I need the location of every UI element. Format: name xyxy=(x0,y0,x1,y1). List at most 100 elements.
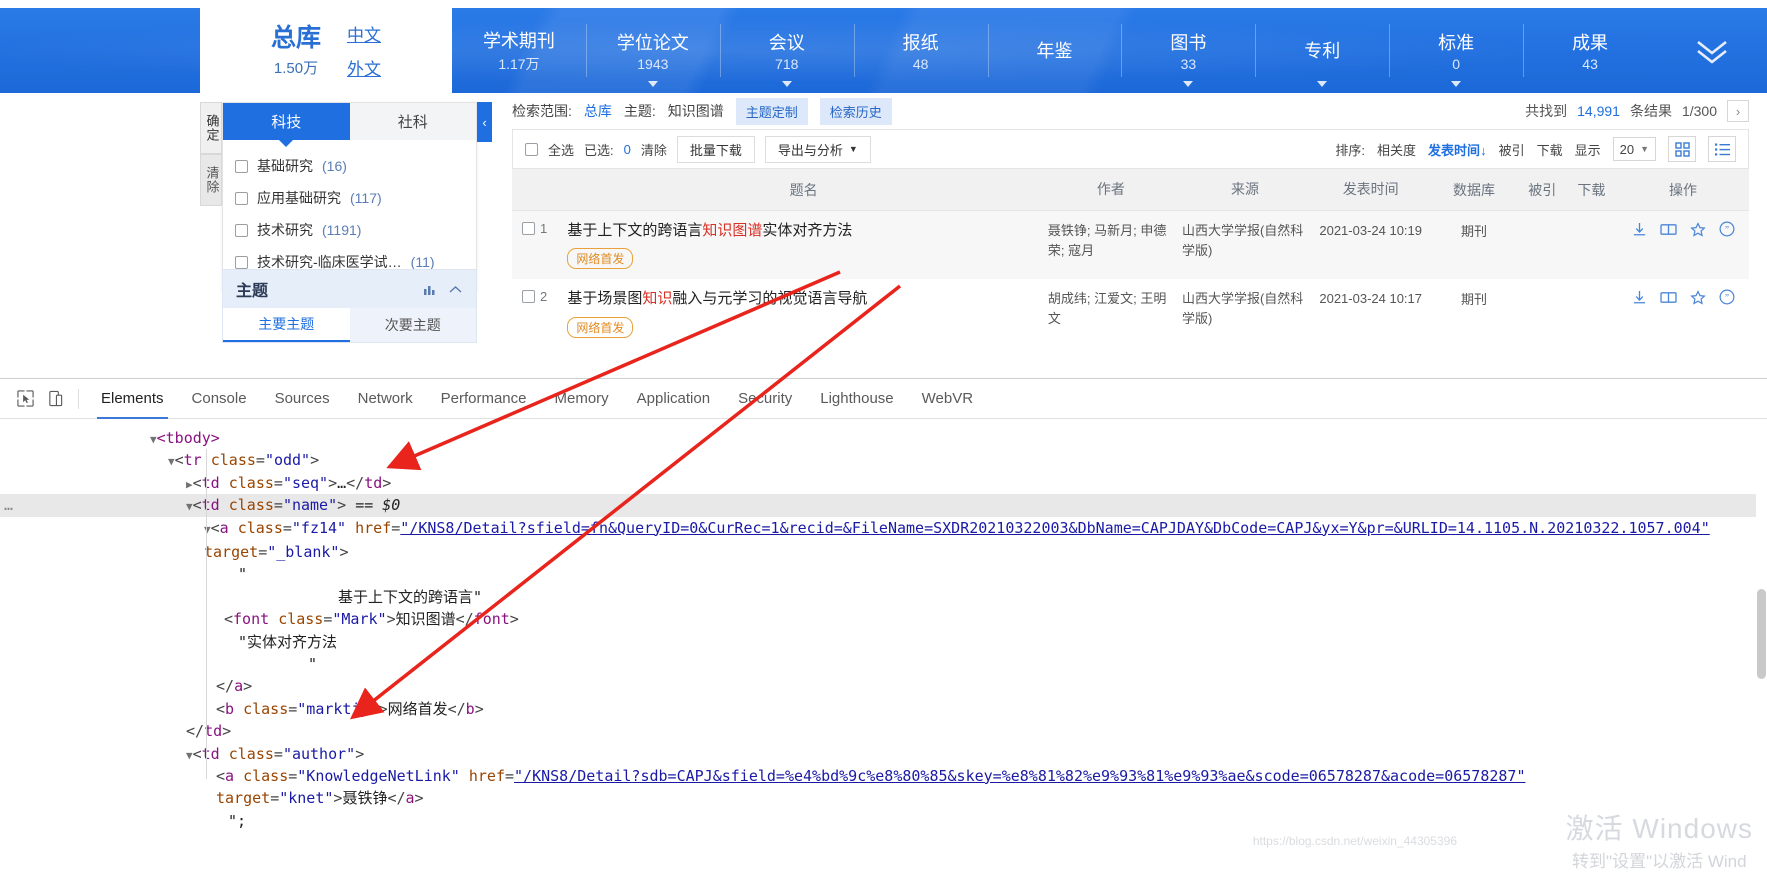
chevron-up-icon[interactable] xyxy=(448,283,463,296)
select-all-label[interactable]: 全选 xyxy=(548,140,574,159)
row-source-cell[interactable]: 山西大学学报(自然科学版) xyxy=(1177,210,1313,280)
col-date[interactable]: 发表时间 xyxy=(1312,169,1430,211)
table-row[interactable]: 1 基于上下文的跨语言知识图谱实体对齐方法 网络首发 聂铁铮; 马新月; 申德荣… xyxy=(512,210,1749,280)
dom-line-td-close[interactable]: </td> xyxy=(0,720,1767,742)
bar-chart-icon[interactable] xyxy=(423,283,438,296)
nav-tab-yearbook[interactable]: 年鉴 xyxy=(987,8,1122,93)
category-tab-social[interactable]: 社科 xyxy=(349,103,476,140)
star-favorite-icon[interactable] xyxy=(1689,221,1706,237)
filter-item-basic-research[interactable]: 基础研究 (16) xyxy=(235,150,464,182)
devtools-scrollbar[interactable] xyxy=(1756,459,1767,876)
download-icon[interactable] xyxy=(1632,222,1647,237)
dom-gutter-ellipsis[interactable]: … xyxy=(4,494,15,516)
tab-webvr[interactable]: WebVR xyxy=(908,379,987,419)
book-read-icon[interactable] xyxy=(1659,222,1677,237)
filter-item-technology-research[interactable]: 技术研究 (1191) xyxy=(235,214,464,246)
dom-line-anchor2-open[interactable]: <a class="KnowledgeNetLink" href="/KNS8/… xyxy=(0,765,1767,787)
topic-tab-primary[interactable]: 主要主题 xyxy=(223,308,350,342)
nav-expand-button[interactable] xyxy=(1657,8,1767,93)
table-row[interactable]: 2 基于场景图知识融入与元学习的视觉语言导航 网络首发 胡成纬; 江爱文; 王明… xyxy=(512,279,1749,347)
checkbox-icon[interactable] xyxy=(235,159,248,173)
quote-icon[interactable]: ” xyxy=(1719,289,1735,305)
tab-lighthouse[interactable]: Lighthouse xyxy=(806,379,907,419)
tab-elements[interactable]: Elements xyxy=(87,379,178,419)
next-page-button[interactable]: › xyxy=(1727,100,1749,122)
grid-view-button[interactable] xyxy=(1668,136,1696,162)
lang-link-chinese[interactable]: 中文 xyxy=(347,21,381,46)
search-history-button[interactable]: 检索历史 xyxy=(819,97,892,125)
sort-cited[interactable]: 被引 xyxy=(1499,140,1525,159)
device-toolbar-button[interactable] xyxy=(40,385,70,413)
dom-href-value-part2[interactable]: 0322.1057.004" xyxy=(1583,519,1709,537)
sort-downloads[interactable]: 下载 xyxy=(1537,140,1563,159)
collapse-triangle-icon[interactable]: ▶ xyxy=(186,478,193,491)
nav-tab-book[interactable]: 图书 33 xyxy=(1121,8,1255,93)
category-tab-sci[interactable]: 科技 xyxy=(223,103,350,140)
export-analyze-button[interactable]: 导出与分析 ▼ xyxy=(764,135,871,163)
nav-tab-achievement[interactable]: 成果 43 xyxy=(1523,8,1657,93)
sidebar-collapse-button[interactable]: ‹ xyxy=(477,102,492,142)
book-read-icon[interactable] xyxy=(1659,290,1677,305)
col-title[interactable]: 题名 xyxy=(563,169,1044,211)
sort-relevance[interactable]: 相关度 xyxy=(1377,140,1416,159)
nav-tab-standard[interactable]: 标准 0 xyxy=(1389,8,1523,93)
nav-tab-newspaper[interactable]: 报纸 48 xyxy=(853,8,988,93)
filter-clear-button[interactable]: 清除 xyxy=(200,154,222,206)
dom-line-font[interactable]: <font class="Mark">知识图谱</font> xyxy=(0,608,1767,630)
nav-tab-journal[interactable]: 学术期刊 1.17万 xyxy=(452,8,586,93)
expand-triangle-icon[interactable]: ▼ xyxy=(150,433,157,446)
col-author[interactable]: 作者 xyxy=(1043,169,1178,211)
batch-download-button[interactable]: 批量下载 xyxy=(676,135,755,163)
row-source-cell[interactable]: 山西大学学报(自然科学版) xyxy=(1178,279,1312,347)
tab-application[interactable]: Application xyxy=(623,379,724,419)
dom-line-tr[interactable]: ▼<tr class="odd"> xyxy=(0,449,1767,471)
select-all-checkbox[interactable] xyxy=(525,142,538,156)
lang-link-foreign[interactable]: 外文 xyxy=(347,55,381,80)
tab-security[interactable]: Security xyxy=(724,379,806,419)
total-library-card[interactable]: 总库 1.50万 中文 外文 xyxy=(200,8,452,93)
row-title-link[interactable]: 基于上下文的跨语言知识图谱实体对齐方法 xyxy=(567,221,1039,241)
filter-item-applied-basic-research[interactable]: 应用基础研究 (117) xyxy=(235,182,464,214)
col-source[interactable]: 来源 xyxy=(1177,169,1313,211)
dom-line-anchor-open[interactable]: ▼<a class="fz14" href="/KNS8/Detail?sfie… xyxy=(0,517,1767,564)
download-icon[interactable] xyxy=(1632,290,1647,305)
dom-line-anchor2-tail[interactable]: target="knet">聂铁铮</a> xyxy=(0,787,1767,809)
row-checkbox[interactable] xyxy=(522,290,535,304)
checkbox-icon[interactable] xyxy=(235,255,248,269)
tab-performance[interactable]: Performance xyxy=(427,379,541,419)
clear-selection-button[interactable]: 清除 xyxy=(641,140,667,159)
nav-tab-thesis[interactable]: 学位论文 1943 xyxy=(585,8,720,93)
devtools-scrollbar-thumb[interactable] xyxy=(1757,589,1766,679)
row-title-link[interactable]: 基于场景图知识融入与元学习的视觉语言导航 xyxy=(567,289,1039,309)
expand-triangle-icon[interactable]: ▼ xyxy=(186,749,193,762)
nav-tab-patent[interactable]: 专利 xyxy=(1255,8,1389,93)
inspect-element-button[interactable] xyxy=(10,385,40,413)
row-author-cell[interactable]: 胡成纬; 江爱文; 王明文 xyxy=(1044,279,1178,347)
col-downloads[interactable]: 下载 xyxy=(1565,169,1618,211)
quote-icon[interactable]: ” xyxy=(1719,221,1735,237)
expand-triangle-icon[interactable]: ▼ xyxy=(168,455,175,468)
tab-console[interactable]: Console xyxy=(178,379,261,419)
tab-memory[interactable]: Memory xyxy=(541,379,623,419)
nav-tab-conference[interactable]: 会议 718 xyxy=(719,8,854,93)
dom-href-value-part1[interactable]: "/KNS8/Detail?sfield=fn&QueryID=0&CurRec… xyxy=(400,519,1583,537)
expand-triangle-icon[interactable]: ▼ xyxy=(186,500,193,513)
tab-network[interactable]: Network xyxy=(344,379,427,419)
dom-line-td-name-selected[interactable]: … ▼<td class="name"> == $0 xyxy=(0,494,1767,517)
col-database[interactable]: 数据库 xyxy=(1429,169,1519,211)
page-size-select[interactable]: 20 ▼ xyxy=(1612,137,1656,161)
col-cited[interactable]: 被引 xyxy=(1518,169,1566,211)
filter-confirm-button[interactable]: 确定 xyxy=(200,102,222,154)
sort-publish-date[interactable]: 发表时间↓ xyxy=(1428,140,1487,159)
star-favorite-icon[interactable] xyxy=(1689,289,1706,305)
dom-line-td-author[interactable]: ▼<td class="author"> xyxy=(0,743,1767,765)
dom-line-tbody[interactable]: ▼<tbody> xyxy=(0,427,1767,449)
scope-value[interactable]: 总库 xyxy=(584,101,612,121)
topic-tab-secondary[interactable]: 次要主题 xyxy=(349,308,476,342)
dom-line-td-seq[interactable]: ▶<td class="seq">…</td> xyxy=(0,472,1767,494)
tab-sources[interactable]: Sources xyxy=(261,379,344,419)
row-author-cell[interactable]: 聂铁铮; 马新月; 申德荣; 寇月 xyxy=(1043,210,1178,280)
expand-triangle-icon[interactable]: ▼ xyxy=(204,523,211,536)
checkbox-icon[interactable] xyxy=(235,223,248,237)
dom-line-b-marktip[interactable]: <b class="marktip">网络首发</b> xyxy=(0,698,1767,720)
